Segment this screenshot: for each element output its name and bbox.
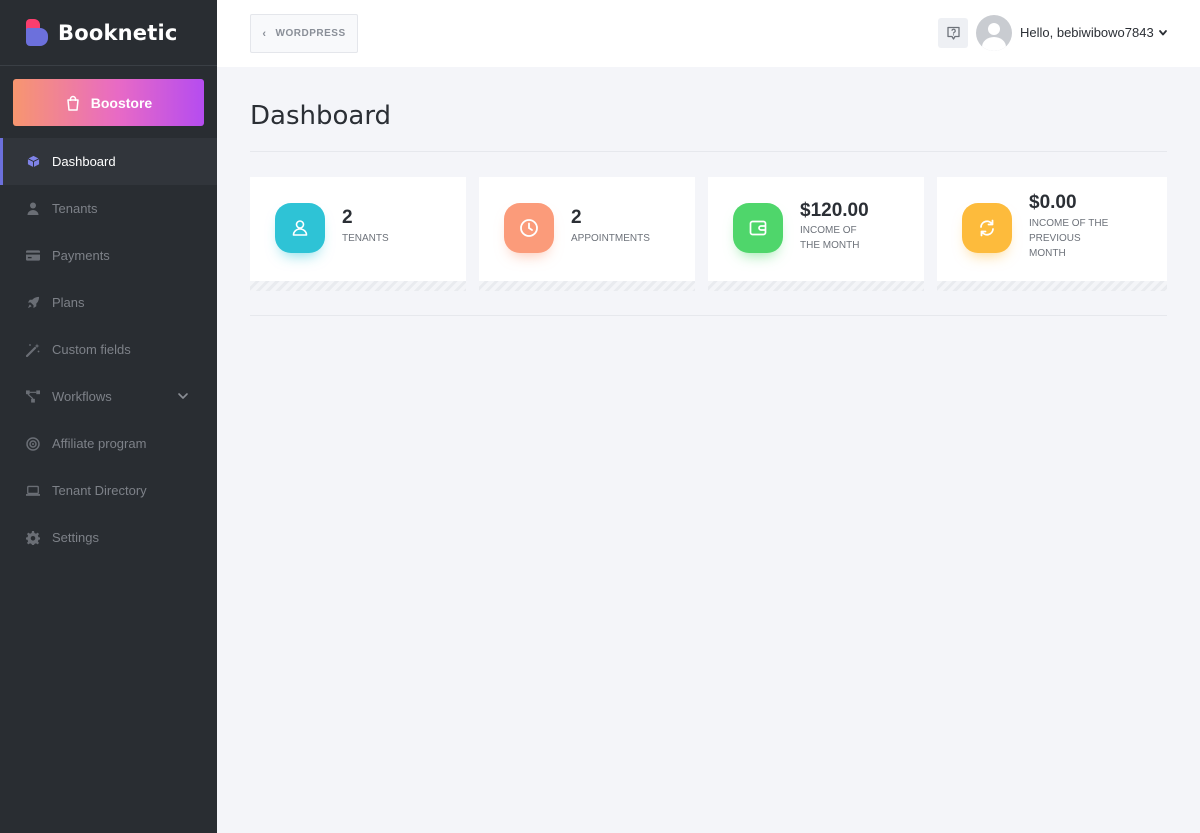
sidebar-item-label: Dashboard bbox=[52, 154, 116, 169]
refresh-icon bbox=[962, 203, 1012, 253]
user-icon bbox=[26, 202, 40, 216]
rocket-icon bbox=[26, 296, 40, 310]
stat-label: APPOINTMENTS bbox=[571, 233, 650, 244]
sidebar-item-tenant-directory[interactable]: Tenant Directory bbox=[0, 467, 217, 514]
sidebar-item-label: Settings bbox=[52, 530, 99, 545]
stat-label-line: PREVIOUS bbox=[1029, 233, 1081, 244]
divider bbox=[250, 151, 1167, 152]
shopping-bag-icon bbox=[67, 95, 79, 111]
sidebar: Booknetic Boostore Dashboard Tenants Pay… bbox=[0, 0, 217, 833]
sidebar-item-label: Affiliate program bbox=[52, 436, 147, 451]
back-to-wordpress-label: WORDPRESS bbox=[275, 28, 346, 39]
stat-card-tenants: 2 TENANTS bbox=[250, 177, 466, 291]
sidebar-item-label: Plans bbox=[52, 295, 85, 310]
workflow-icon bbox=[26, 390, 40, 404]
stat-value: $0.00 bbox=[1029, 192, 1077, 213]
gear-icon bbox=[26, 530, 40, 545]
sidebar-item-label: Payments bbox=[52, 248, 110, 263]
back-to-wordpress-button[interactable]: ‹ WORDPRESS bbox=[250, 14, 358, 53]
boostore-label: Boostore bbox=[90, 94, 153, 111]
wallet-icon bbox=[733, 203, 783, 253]
boostore-button[interactable]: Boostore bbox=[13, 79, 204, 126]
stat-label-line: THE MONTH bbox=[800, 240, 860, 251]
divider bbox=[250, 315, 1167, 316]
sidebar-item-label: Tenant Directory bbox=[52, 483, 147, 498]
stat-label: INCOME OF THE PREVIOUS MONTH bbox=[1029, 216, 1139, 261]
stat-value: 2 bbox=[571, 207, 582, 228]
help-icon bbox=[946, 26, 960, 40]
stat-label-line: INCOME OF THE bbox=[1029, 218, 1109, 229]
credit-card-icon bbox=[26, 249, 40, 263]
magic-wand-icon bbox=[26, 343, 40, 357]
sidebar-item-tenants[interactable]: Tenants bbox=[0, 185, 217, 232]
clock-icon bbox=[504, 203, 554, 253]
sidebar-nav: Dashboard Tenants Payments Plans Custom … bbox=[0, 138, 217, 561]
card-stripe bbox=[479, 281, 695, 291]
help-button[interactable] bbox=[938, 18, 968, 48]
stat-card-appointments: 2 APPOINTMENTS bbox=[479, 177, 695, 291]
sidebar-item-custom-fields[interactable]: Custom fields bbox=[0, 326, 217, 373]
sidebar-item-label: Workflows bbox=[52, 389, 112, 404]
sidebar-item-label: Tenants bbox=[52, 201, 98, 216]
sidebar-item-plans[interactable]: Plans bbox=[0, 279, 217, 326]
sidebar-item-payments[interactable]: Payments bbox=[0, 232, 217, 279]
chevron-left-icon: ‹ bbox=[262, 27, 267, 40]
chevron-down-icon[interactable] bbox=[1158, 28, 1168, 38]
booknetic-logo-icon bbox=[26, 19, 48, 46]
sidebar-item-label: Custom fields bbox=[52, 342, 131, 357]
sidebar-item-affiliate-program[interactable]: Affiliate program bbox=[0, 420, 217, 467]
avatar[interactable] bbox=[976, 15, 1012, 51]
user-greeting[interactable]: Hello, bebiwibowo7843 bbox=[1020, 25, 1154, 40]
sidebar-item-settings[interactable]: Settings bbox=[0, 514, 217, 561]
card-stripe bbox=[250, 281, 466, 291]
page-title: Dashboard bbox=[250, 101, 392, 131]
topbar: ‹ WORDPRESS Hello, bebiwibowo7843 bbox=[217, 0, 1200, 67]
stat-label-line: MONTH bbox=[1029, 248, 1066, 259]
stat-value: $120.00 bbox=[800, 200, 869, 221]
cube-icon bbox=[26, 155, 40, 169]
card-stripe bbox=[708, 281, 924, 291]
chevron-down-icon[interactable] bbox=[177, 390, 189, 402]
stat-card-income-month: $120.00 INCOME OF THE MONTH bbox=[708, 177, 924, 291]
sidebar-item-workflows[interactable]: Workflows bbox=[0, 373, 217, 420]
sidebar-item-dashboard[interactable]: Dashboard bbox=[0, 138, 217, 185]
laptop-icon bbox=[26, 484, 40, 498]
card-stripe bbox=[937, 281, 1167, 291]
stat-label: TENANTS bbox=[342, 233, 389, 244]
stat-value: 2 bbox=[342, 207, 353, 228]
stat-label: INCOME OF THE MONTH bbox=[800, 223, 910, 253]
brand[interactable]: Booknetic bbox=[0, 0, 217, 66]
brand-name: Booknetic bbox=[58, 20, 178, 45]
user-icon bbox=[275, 203, 325, 253]
stat-label-line: INCOME OF bbox=[800, 225, 857, 236]
target-icon bbox=[26, 436, 40, 451]
stat-card-income-previous-month: $0.00 INCOME OF THE PREVIOUS MONTH bbox=[937, 177, 1167, 291]
